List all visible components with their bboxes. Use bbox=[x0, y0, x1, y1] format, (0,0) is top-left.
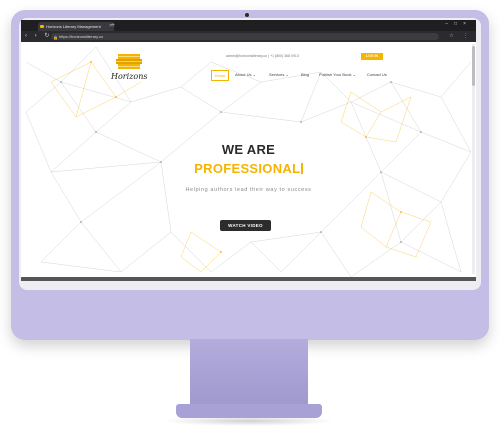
tab-title: Horizons Literary Management bbox=[46, 24, 101, 29]
login-button[interactable]: LOG IN bbox=[361, 53, 383, 60]
contact-info: admin@horizonsliterary.co | +1 (800) 368… bbox=[226, 54, 299, 58]
new-tab-button[interactable]: + bbox=[111, 21, 115, 30]
favicon-icon bbox=[40, 25, 44, 28]
dark-section bbox=[21, 277, 476, 281]
hero-tagline: Helping authors lead their way to succes… bbox=[185, 187, 312, 193]
nav-home[interactable]: Home bbox=[211, 70, 229, 81]
webcam-icon bbox=[245, 13, 249, 17]
scrollbar-thumb[interactable] bbox=[472, 46, 475, 86]
screen: Horizons Literary Management × + –□× ‹ ›… bbox=[21, 20, 476, 281]
monitor-foot bbox=[176, 404, 322, 418]
nav-contact-us[interactable]: Contact Us bbox=[367, 69, 387, 80]
hero-heading: WE ARE bbox=[221, 142, 276, 157]
web-page: Horizons admin@horizonsliterary.co | +1 … bbox=[21, 42, 476, 281]
monitor-stand bbox=[190, 339, 308, 409]
logo-text[interactable]: Horizons bbox=[111, 72, 147, 81]
browser-nav-buttons[interactable]: ‹ › ↻ bbox=[25, 32, 52, 41]
lock-icon: 🔒 bbox=[53, 35, 58, 40]
watch-video-button[interactable]: WATCH VIDEO bbox=[220, 220, 271, 231]
page-scrollbar[interactable] bbox=[472, 44, 475, 274]
hero-highlight-text: PROFESSIONAL bbox=[194, 161, 301, 176]
nav-about-us[interactable]: About Us ⌄ bbox=[235, 69, 256, 80]
address-bar[interactable]: 🔒 https://horizonsliterary.co bbox=[51, 33, 439, 40]
hero-highlight: PROFESSIONAL bbox=[21, 161, 476, 176]
window-controls[interactable]: –□× bbox=[445, 21, 472, 27]
browser-tabbar: Horizons Literary Management × + –□× bbox=[21, 20, 476, 31]
nav-services[interactable]: Services ⌄ bbox=[269, 69, 289, 80]
browser-toolbar: ‹ › ↻ 🔒 https://horizonsliterary.co ☆ ⋮ bbox=[21, 31, 476, 42]
typing-cursor bbox=[301, 163, 303, 174]
browser-tab[interactable]: Horizons Literary Management × bbox=[38, 22, 114, 31]
url-text: https://horizonsliterary.co bbox=[59, 34, 104, 39]
toolbar-icons[interactable]: ☆ ⋮ bbox=[449, 33, 472, 40]
nav-publish-your-book[interactable]: Publish Your Book ⌄ bbox=[319, 69, 356, 80]
nav-blog[interactable]: Blog bbox=[301, 69, 309, 80]
